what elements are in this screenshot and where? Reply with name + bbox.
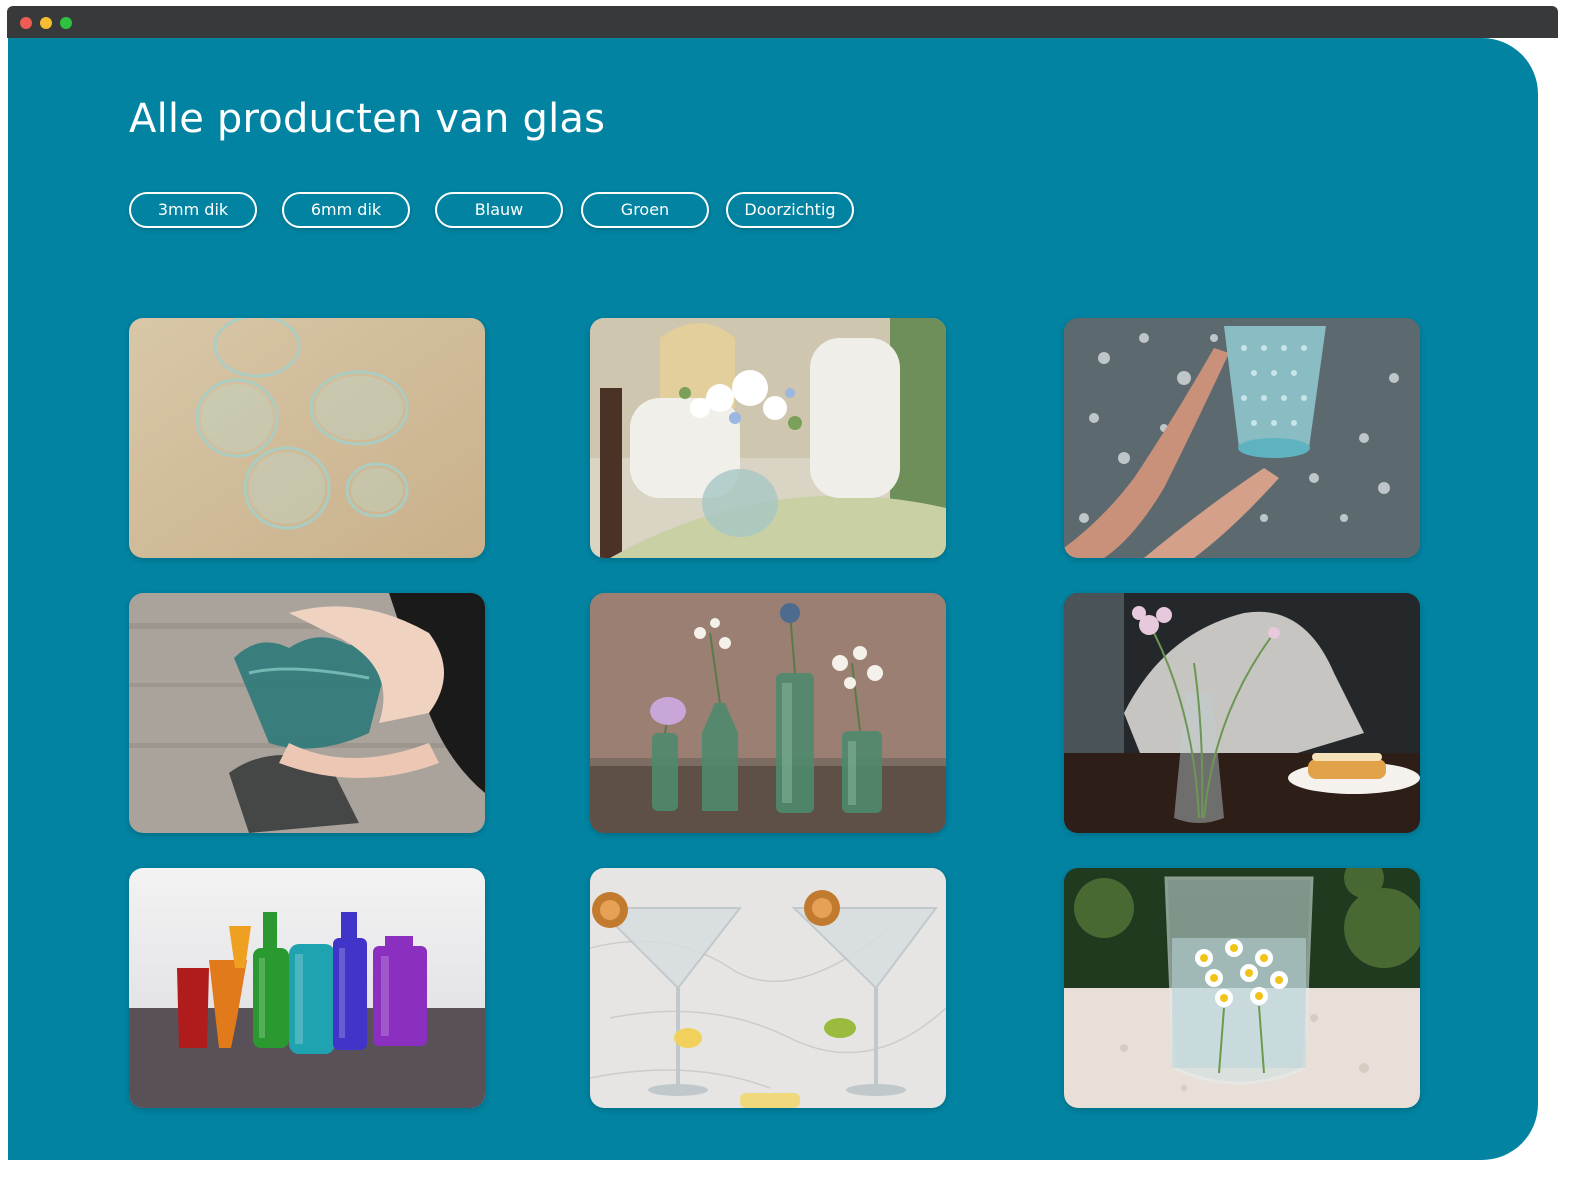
product-card-2[interactable] xyxy=(590,318,946,558)
filter-3mm-dik[interactable]: 3mm dik xyxy=(129,192,257,228)
product-image-flowers-clear-vase xyxy=(1064,593,1420,833)
minimize-window-icon[interactable] xyxy=(40,17,52,29)
product-card-4[interactable] xyxy=(129,593,485,833)
browser-titlebar xyxy=(7,6,1558,38)
product-image-flower-vase-arrangement xyxy=(590,318,946,558)
product-card-3[interactable] xyxy=(1064,318,1420,558)
content-panel: Alle producten van glas 3mm dik 6mm dik … xyxy=(8,38,1538,1160)
product-card-8[interactable] xyxy=(590,868,946,1108)
product-card-6[interactable] xyxy=(1064,593,1420,833)
maximize-window-icon[interactable] xyxy=(60,17,72,29)
product-image-textured-blue-glass xyxy=(1064,318,1420,558)
product-image-chamomile-glass xyxy=(1064,868,1420,1108)
product-image-cocktail-glasses xyxy=(590,868,946,1108)
product-card-5[interactable] xyxy=(590,593,946,833)
filter-groen[interactable]: Groen xyxy=(581,192,709,228)
filter-6mm-dik[interactable]: 6mm dik xyxy=(282,192,410,228)
product-card-1[interactable] xyxy=(129,318,485,558)
close-window-icon[interactable] xyxy=(20,17,32,29)
product-card-7[interactable] xyxy=(129,868,485,1108)
product-image-teal-wavy-vase xyxy=(129,593,485,833)
product-image-glass-tumblers xyxy=(129,318,485,558)
product-image-green-bottles-flowers xyxy=(590,593,946,833)
page-title: Alle producten van glas xyxy=(129,96,606,142)
filter-doorzichtig[interactable]: Doorzichtig xyxy=(726,192,854,228)
product-image-colorful-bottles xyxy=(129,868,485,1108)
product-card-9[interactable] xyxy=(1064,868,1420,1108)
filter-blauw[interactable]: Blauw xyxy=(435,192,563,228)
